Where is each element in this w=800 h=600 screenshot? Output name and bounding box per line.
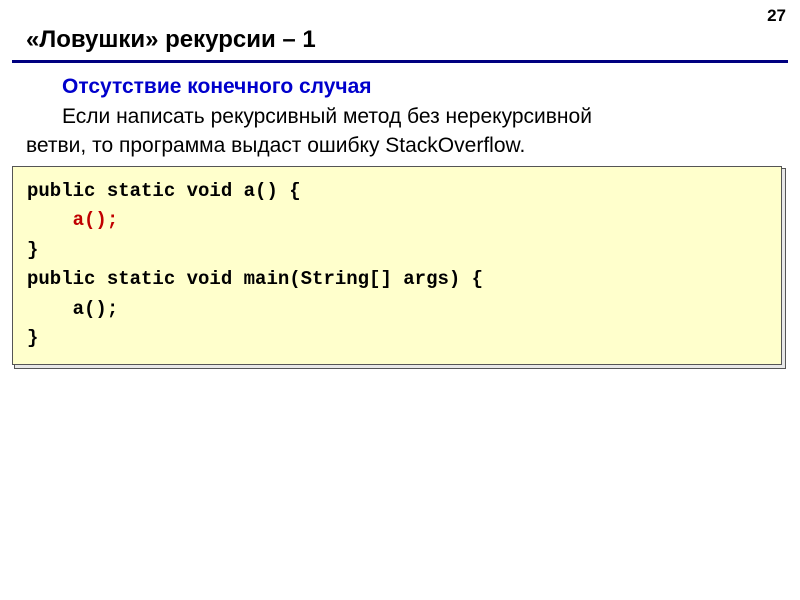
paragraph: Если написать рекурсивный метод без нере… bbox=[26, 103, 774, 160]
code-line-2-indent bbox=[27, 209, 73, 231]
paragraph-line2: ветви, то программа выдаст ошибку StackO… bbox=[26, 134, 525, 157]
subtitle: Отсутствие конечного случая bbox=[26, 73, 774, 101]
page-number: 27 bbox=[767, 6, 786, 26]
code-line-4: public static void main(String[] args) { bbox=[27, 268, 483, 290]
code-line-6: } bbox=[27, 327, 38, 349]
code-line-1: public static void a() { bbox=[27, 180, 301, 202]
slide-body: Отсутствие конечного случая Если написат… bbox=[0, 63, 800, 160]
code-line-3: } bbox=[27, 239, 38, 261]
slide-title: «Ловушки» рекурсии – 1 bbox=[0, 0, 800, 60]
slide: 27 «Ловушки» рекурсии – 1 Отсутствие кон… bbox=[0, 0, 800, 600]
code-content: public static void a() { a(); } public s… bbox=[27, 177, 767, 354]
code-block: public static void a() { a(); } public s… bbox=[14, 168, 786, 369]
code-line-5: a(); bbox=[27, 298, 118, 320]
recursive-call: a(); bbox=[73, 209, 119, 231]
paragraph-line1: Если написать рекурсивный метод без нере… bbox=[26, 103, 592, 131]
